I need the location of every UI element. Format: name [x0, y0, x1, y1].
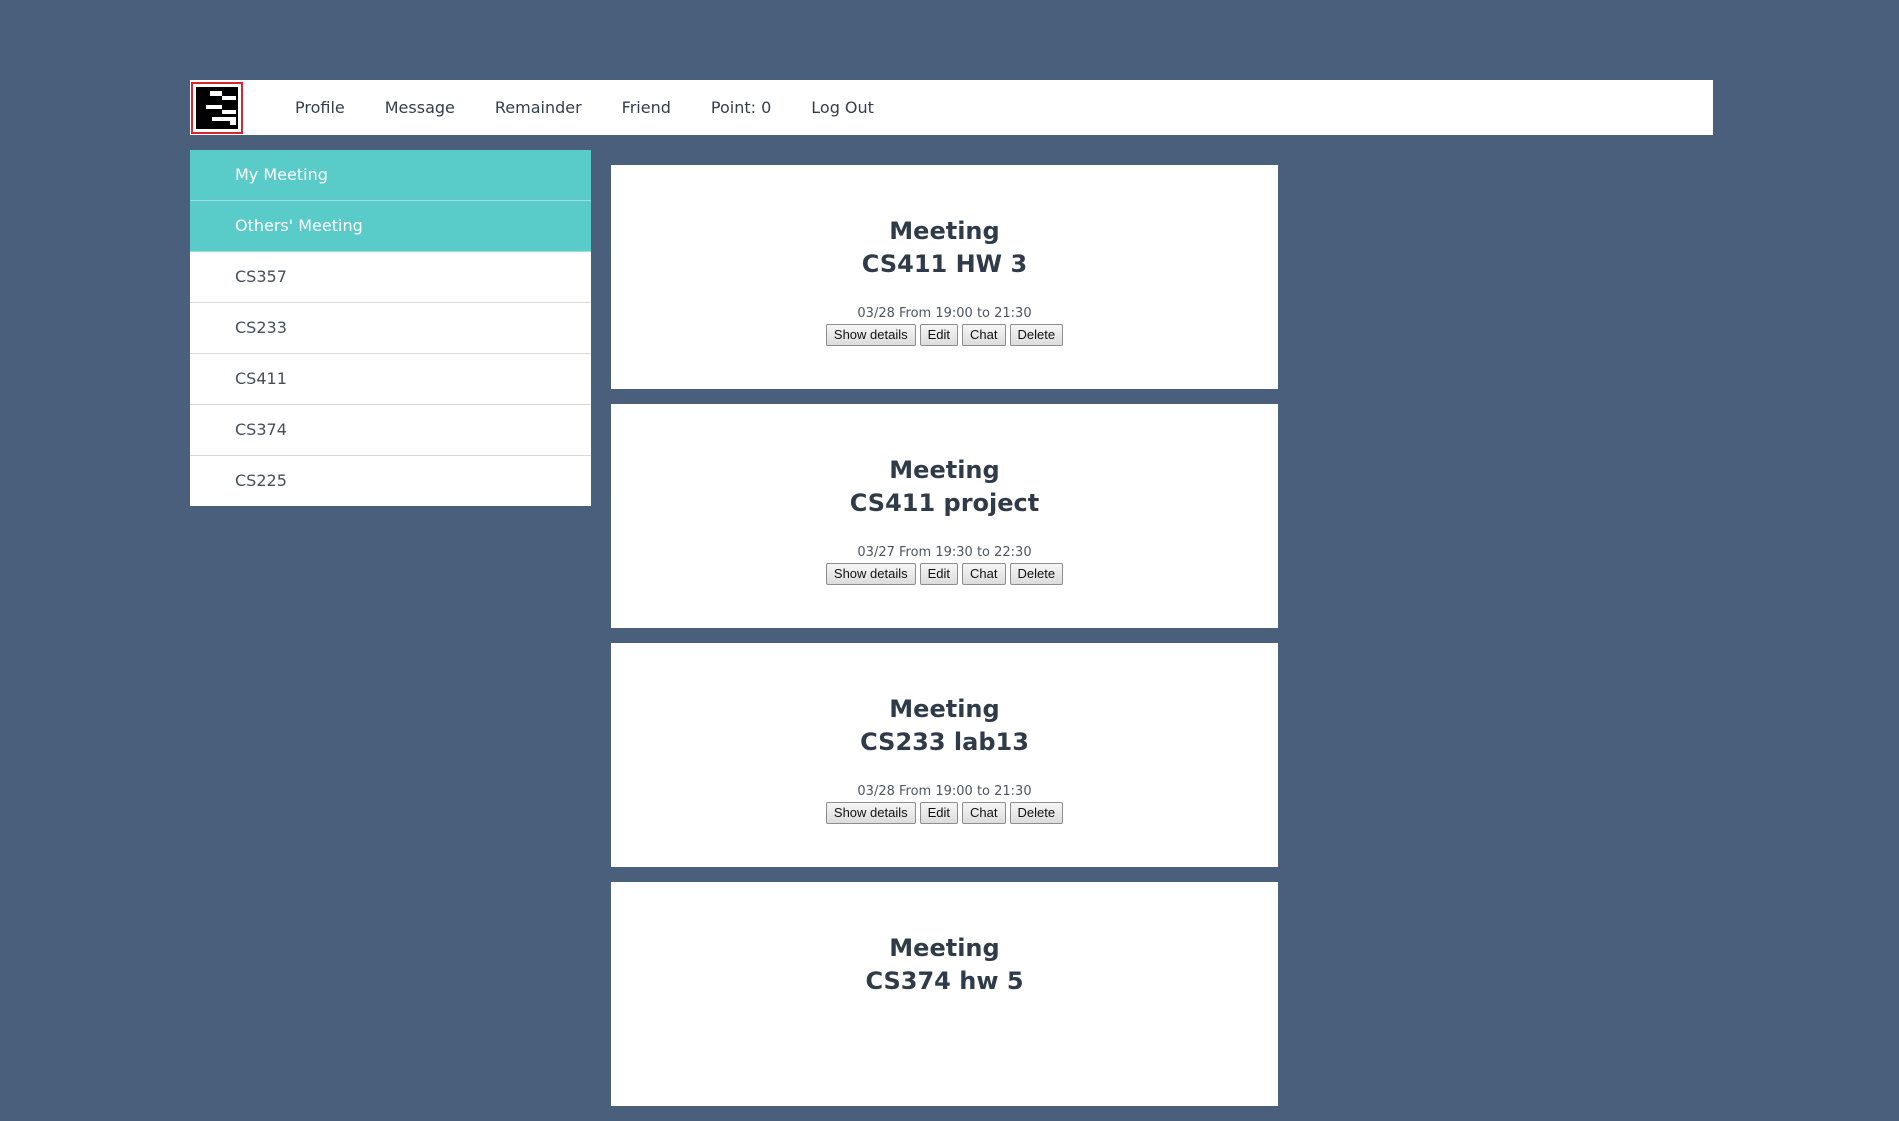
meeting-time: 03/27 From 19:30 to 22:30: [857, 545, 1032, 560]
logo[interactable]: [191, 81, 243, 134]
meeting-card: Meeting CS411 project 03/27 From 19:30 t…: [611, 404, 1278, 628]
show-details-button[interactable]: Show details: [825, 802, 916, 824]
sidebar: My Meeting Others' Meeting CS357 CS233 C…: [190, 150, 591, 506]
main-nav: Profile Message Remainder Friend Point: …: [295, 98, 914, 117]
sidebar-item-cs233[interactable]: CS233: [190, 303, 591, 354]
logo-icon: [196, 86, 238, 129]
nav-points[interactable]: Point: 0: [711, 98, 771, 117]
nav-message[interactable]: Message: [385, 98, 455, 117]
meeting-card: Meeting CS411 HW 3 03/28 From 19:00 to 2…: [611, 165, 1278, 389]
show-details-button[interactable]: Show details: [825, 324, 916, 346]
meeting-label: Meeting: [889, 456, 1000, 484]
nav-friend[interactable]: Friend: [622, 98, 671, 117]
sidebar-item-cs411[interactable]: CS411: [190, 354, 591, 405]
meeting-actions: Show details Edit Chat Delete: [611, 324, 1278, 346]
nav-remainder[interactable]: Remainder: [495, 98, 582, 117]
chat-button[interactable]: Chat: [962, 324, 1006, 346]
meeting-title: CS233 lab13: [860, 728, 1029, 756]
delete-button[interactable]: Delete: [1009, 563, 1064, 585]
sidebar-item-others-meeting[interactable]: Others' Meeting: [190, 201, 591, 252]
sidebar-item-my-meeting[interactable]: My Meeting: [190, 150, 591, 201]
sidebar-item-cs225[interactable]: CS225: [190, 456, 591, 506]
meeting-card: Meeting CS374 hw 5: [611, 882, 1278, 1106]
sidebar-item-cs374[interactable]: CS374: [190, 405, 591, 456]
meeting-card: Meeting CS233 lab13 03/28 From 19:00 to …: [611, 643, 1278, 867]
meeting-actions: Show details Edit Chat Delete: [611, 563, 1278, 585]
edit-button[interactable]: Edit: [919, 324, 959, 346]
top-navbar: Profile Message Remainder Friend Point: …: [190, 80, 1713, 135]
meeting-title: CS411 project: [849, 489, 1040, 517]
meeting-title: CS374 hw 5: [865, 967, 1024, 995]
chat-button[interactable]: Chat: [962, 802, 1006, 824]
show-details-button[interactable]: Show details: [825, 563, 916, 585]
meeting-actions: Show details Edit Chat Delete: [611, 802, 1278, 824]
chat-button[interactable]: Chat: [962, 563, 1006, 585]
edit-button[interactable]: Edit: [919, 802, 959, 824]
meeting-time: 03/28 From 19:00 to 21:30: [857, 306, 1032, 321]
meeting-label: Meeting: [889, 934, 1000, 962]
nav-logout[interactable]: Log Out: [811, 98, 874, 117]
meeting-title: CS411 HW 3: [861, 250, 1028, 278]
meeting-label: Meeting: [889, 217, 1000, 245]
sidebar-item-cs357[interactable]: CS357: [190, 252, 591, 303]
meeting-label: Meeting: [889, 695, 1000, 723]
meeting-list: Meeting CS411 HW 3 03/28 From 19:00 to 2…: [611, 165, 1278, 1121]
meeting-time: 03/28 From 19:00 to 21:30: [857, 784, 1032, 799]
nav-profile[interactable]: Profile: [295, 98, 345, 117]
delete-button[interactable]: Delete: [1009, 324, 1064, 346]
delete-button[interactable]: Delete: [1009, 802, 1064, 824]
edit-button[interactable]: Edit: [919, 563, 959, 585]
